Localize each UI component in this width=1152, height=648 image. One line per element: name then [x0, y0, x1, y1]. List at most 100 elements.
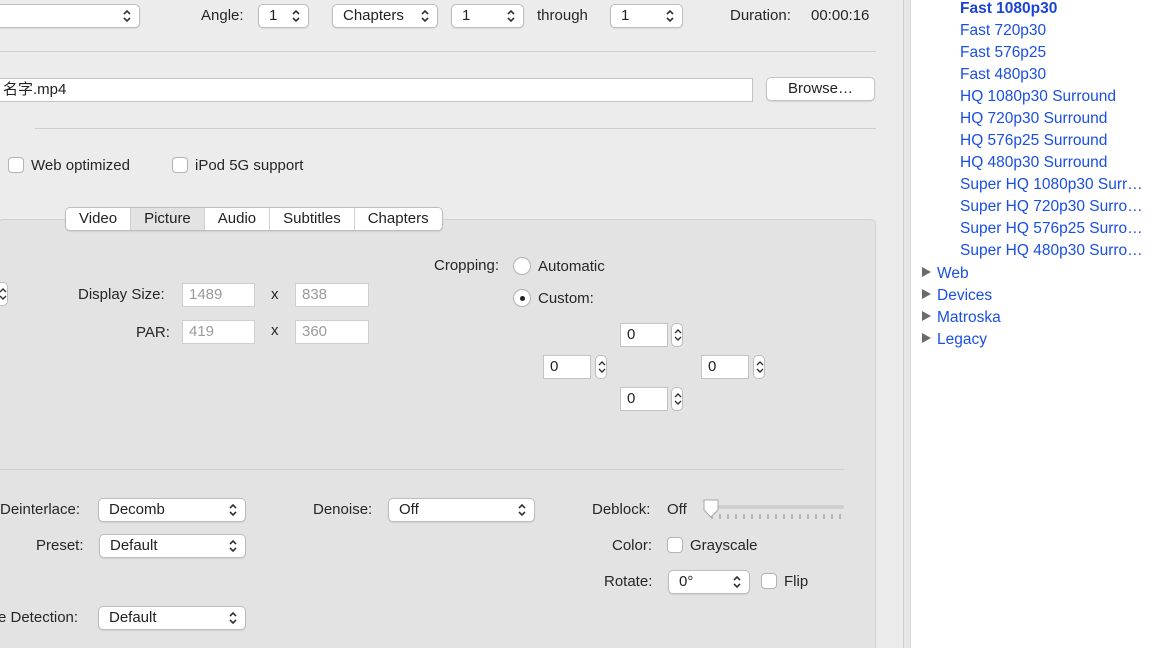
preset-item[interactable]: Super HQ 576p25 Surro… — [960, 220, 1143, 238]
chevron-updown-icon — [123, 9, 131, 23]
par-height-field[interactable]: 360 — [295, 320, 369, 344]
separator — [0, 51, 876, 52]
preset-item[interactable]: HQ 576p25 Surround — [960, 132, 1107, 150]
angle-value: 1 — [269, 7, 278, 24]
disclosure-triangle-icon[interactable] — [922, 311, 931, 321]
range-type-popup[interactable]: Chapters — [332, 4, 438, 28]
preset-item[interactable]: Fast 1080p30 — [960, 0, 1057, 18]
chevron-updown-icon — [421, 9, 429, 23]
display-height-field[interactable]: 838 — [295, 283, 369, 307]
tab-audio[interactable]: Audio — [205, 208, 271, 230]
color-label: Color: — [612, 537, 653, 554]
chevron-updown-icon — [756, 361, 764, 373]
preset-item[interactable]: Fast 720p30 — [960, 22, 1046, 40]
anamorphic-stepper[interactable] — [0, 282, 8, 306]
display-width-field[interactable]: 1489 — [182, 283, 255, 307]
split-view-divider[interactable] — [903, 0, 911, 648]
web-optimized-label: Web optimized — [31, 157, 130, 174]
crop-top-field[interactable]: 0 — [620, 323, 668, 347]
preset-item[interactable]: HQ 1080p30 Surround — [960, 88, 1116, 106]
angle-popup[interactable]: 1 — [258, 4, 309, 28]
denoise-label: Denoise: — [313, 501, 373, 518]
rotate-popup[interactable]: 0° — [668, 570, 750, 594]
deblock-value: Off — [667, 501, 687, 518]
crop-bottom-stepper[interactable] — [671, 387, 683, 411]
slider-track — [703, 499, 844, 519]
deinterlace-label: Deinterlace: — [0, 501, 81, 518]
preset-group-matroska[interactable]: Matroska — [922, 309, 1001, 327]
detection-popup[interactable]: Default — [98, 606, 246, 630]
preset-item[interactable]: Super HQ 1080p30 Surr… — [960, 176, 1143, 194]
crop-automatic-label: Automatic — [538, 258, 605, 275]
destination-file-field[interactable]: 名字.mp4 — [0, 78, 753, 102]
deinterlace-value: Decomb — [109, 501, 165, 518]
ipod-support-checkbox[interactable] — [172, 157, 188, 173]
web-optimized-checkbox[interactable] — [8, 157, 24, 173]
disclosure-triangle-icon[interactable] — [922, 267, 931, 277]
tab-chapters[interactable]: Chapters — [355, 208, 442, 230]
preset-group-devices[interactable]: Devices — [922, 287, 992, 305]
crop-left-stepper[interactable] — [595, 355, 607, 379]
denoise-popup[interactable]: Off — [388, 498, 535, 522]
range-start-popup[interactable]: 1 — [451, 4, 524, 28]
destination-file-value: 名字.mp4 — [3, 81, 67, 98]
preset-group-legacy[interactable]: Legacy — [922, 331, 987, 349]
deinterlace-preset-value: Default — [110, 537, 158, 554]
deinterlace-popup[interactable]: Decomb — [98, 498, 246, 522]
denoise-value: Off — [399, 501, 419, 518]
range-end-popup[interactable]: 1 — [610, 4, 683, 28]
crop-top-stepper[interactable] — [671, 323, 683, 347]
crop-custom-radio[interactable] — [513, 289, 531, 307]
detection-value: Default — [109, 609, 157, 626]
crop-automatic-radio[interactable] — [513, 257, 531, 275]
preset-item[interactable]: Super HQ 480p30 Surro… — [960, 242, 1143, 260]
grayscale-label: Grayscale — [690, 537, 758, 554]
display-size-label: Display Size: — [78, 286, 165, 303]
preset-group-label: Devices — [937, 287, 993, 304]
preset-item[interactable]: HQ 480p30 Surround — [960, 154, 1107, 172]
title-popup[interactable] — [0, 4, 140, 28]
par-width-field[interactable]: 419 — [182, 320, 255, 344]
tab-video[interactable]: Video — [66, 208, 132, 230]
chevron-updown-icon — [507, 9, 515, 23]
x-separator: x — [271, 322, 279, 339]
chevron-updown-icon — [733, 575, 741, 589]
grayscale-checkbox[interactable] — [667, 537, 683, 553]
preset-item[interactable]: Super HQ 720p30 Surro… — [960, 198, 1143, 216]
tab-subtitles[interactable]: Subtitles — [270, 208, 355, 230]
tab-picture[interactable]: Picture — [131, 208, 205, 230]
preset-group-label: Web — [937, 265, 969, 282]
chevron-updown-icon — [598, 361, 606, 373]
preset-item[interactable]: HQ 720p30 Surround — [960, 110, 1107, 128]
x-separator: x — [271, 286, 279, 303]
cropping-label: Cropping: — [434, 257, 500, 274]
preset-group-label: Matroska — [937, 309, 1001, 326]
browse-button[interactable]: Browse… — [766, 77, 875, 101]
chevron-updown-icon — [0, 288, 7, 300]
ipod-support-label: iPod 5G support — [195, 157, 304, 174]
detection-label: e Detection: — [0, 609, 79, 626]
rotate-label: Rotate: — [604, 573, 653, 590]
chevron-updown-icon — [229, 611, 237, 625]
deblock-slider[interactable] — [703, 498, 845, 522]
flip-checkbox[interactable] — [761, 573, 777, 589]
separator — [35, 128, 876, 129]
range-start-value: 1 — [462, 7, 471, 24]
crop-left-field[interactable]: 0 — [543, 355, 591, 379]
chevron-updown-icon — [674, 393, 682, 405]
duration-label: Duration: — [730, 7, 791, 24]
deinterlace-preset-popup[interactable]: Default — [99, 534, 246, 558]
preset-item[interactable]: Fast 576p25 — [960, 44, 1046, 62]
preset-group-web[interactable]: Web — [922, 265, 969, 283]
through-label: through — [537, 7, 588, 24]
chevron-updown-icon — [666, 9, 674, 23]
disclosure-triangle-icon[interactable] — [922, 333, 931, 343]
crop-right-stepper[interactable] — [753, 355, 765, 379]
range-type-value: Chapters — [343, 7, 404, 24]
tab-bar: Video Picture Audio Subtitles Chapters — [65, 207, 443, 231]
crop-right-field[interactable]: 0 — [701, 355, 749, 379]
preset-item[interactable]: Fast 480p30 — [960, 66, 1046, 84]
disclosure-triangle-icon[interactable] — [922, 289, 931, 299]
crop-bottom-field[interactable]: 0 — [620, 387, 668, 411]
chevron-updown-icon — [518, 503, 526, 517]
